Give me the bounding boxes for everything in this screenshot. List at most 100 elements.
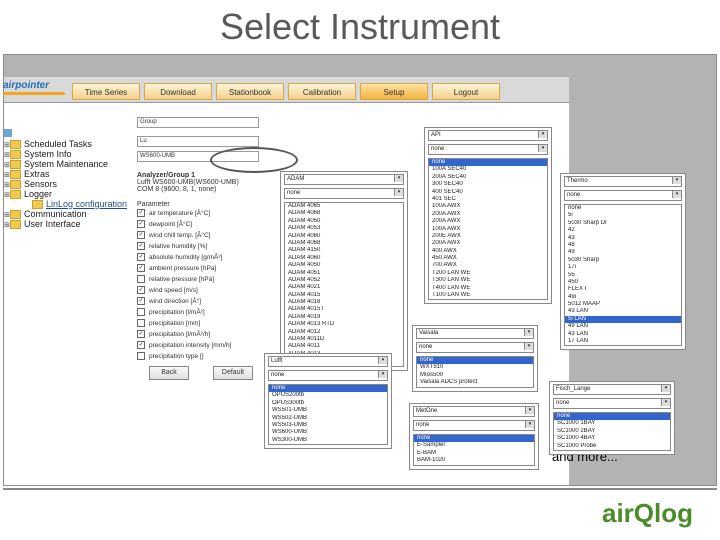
- dropdown-option[interactable]: ADAM 4019: [285, 314, 403, 321]
- dropdown-option[interactable]: ADAM 4013 RTD: [285, 321, 403, 328]
- dropdown-option[interactable]: 700 AWX: [429, 262, 547, 269]
- dropdown-option[interactable]: 43: [565, 235, 681, 242]
- lufft-select-selected[interactable]: Lufft ▾: [268, 356, 388, 367]
- dropdown-option[interactable]: 200A SEC40: [429, 174, 547, 181]
- dropdown-option[interactable]: ADAM 4052: [285, 277, 403, 284]
- thermo-option-list[interactable]: none 5i 5030 Sharp DI 42 43 48 49 5030 Sharp 17i…: [564, 204, 682, 347]
- chevron-down-icon[interactable]: ▾: [394, 189, 403, 196]
- chevron-down-icon[interactable]: ▾: [524, 343, 533, 350]
- adam-select-second[interactable]: none ▾: [284, 188, 404, 199]
- dropdown-option[interactable]: 17i: [565, 264, 681, 271]
- dropdown-option[interactable]: T300 LAN WE: [429, 277, 547, 284]
- dropdown-option[interactable]: FLEX I: [565, 286, 681, 293]
- dropdown-option[interactable]: SC1000 2BAY: [554, 428, 670, 435]
- thermo-select-selected[interactable]: Thermo ▾: [564, 176, 682, 187]
- dropdown-option[interactable]: 5012 MAAP: [565, 301, 681, 308]
- adam-option-list[interactable]: ADAM 4065 ADAM 4068 ADAM 4050 ADAM 4053 ADAM…: [284, 202, 404, 367]
- fischer-option-list[interactable]: none SC1000 1BAY SC1000 2BAY SC1000 4BAY SC1…: [553, 412, 671, 451]
- vaisala-select-selected[interactable]: Vaisala ▾: [416, 328, 534, 339]
- tab-stationbook[interactable]: Stationbook: [216, 83, 284, 100]
- dropdown-option[interactable]: WS503-UMB: [269, 422, 387, 429]
- group-select[interactable]: Group: [137, 117, 259, 128]
- chevron-down-icon[interactable]: ▾: [378, 371, 387, 378]
- dropdown-option[interactable]: 450: [565, 279, 681, 286]
- dropdown-option[interactable]: 400 SEC40: [429, 189, 547, 196]
- dropdown-option[interactable]: 5i: [565, 212, 681, 219]
- dropdown-option[interactable]: ADAM 4051: [285, 270, 403, 277]
- dropdown-option[interactable]: 55: [565, 272, 681, 279]
- dropdown-option[interactable]: OPUS200tb: [269, 392, 387, 399]
- dropdown-option[interactable]: 200A AWX: [429, 218, 547, 225]
- tab-logout[interactable]: Logout: [432, 83, 500, 100]
- dropdown-option[interactable]: T400 LAN WE: [429, 285, 547, 292]
- dropdown-option[interactable]: ADAM 4060: [285, 255, 403, 262]
- parameter-checkbox[interactable]: [137, 319, 145, 328]
- dropdown-option[interactable]: 450 AWX: [429, 255, 547, 262]
- chevron-down-icon[interactable]: ▾: [378, 357, 387, 364]
- dropdown-option[interactable]: 43 LAN: [565, 331, 681, 338]
- parameter-checkbox[interactable]: [137, 352, 145, 361]
- dropdown-option[interactable]: 5i LAN: [565, 315, 681, 324]
- field-select[interactable]: Lu: [137, 136, 259, 147]
- dropdown-option[interactable]: ADAM 4018: [285, 299, 403, 306]
- tree-item[interactable]: ⊞ Logger: [4, 189, 136, 200]
- dropdown-option[interactable]: ADAM 4021: [285, 284, 403, 291]
- dropdown-option[interactable]: ADAM 4015: [285, 292, 403, 299]
- dropdown-option[interactable]: Vaisala ADCS protect: [417, 379, 533, 386]
- dropdown-option[interactable]: none: [429, 159, 547, 167]
- parameter-checkbox[interactable]: ✓: [137, 341, 145, 350]
- dropdown-option[interactable]: 49: [565, 249, 681, 256]
- dropdown-option[interactable]: ADAM 4053: [285, 225, 403, 232]
- dropdown-option[interactable]: ADAM 4012: [285, 329, 403, 336]
- dropdown-option[interactable]: WXT510: [417, 364, 533, 371]
- metone-option-list[interactable]: none E-Sampler E-BAM BAM-1020: [413, 434, 535, 466]
- dropdown-option[interactable]: 5030 Sharp: [565, 257, 681, 264]
- dropdown-option[interactable]: ADAM 4068: [285, 210, 403, 217]
- tree-item[interactable]: ⊞ Scheduled Tasks: [4, 139, 136, 150]
- dropdown-option[interactable]: none: [414, 435, 534, 443]
- parameter-checkbox[interactable]: [137, 275, 145, 284]
- parameter-checkbox[interactable]: ✓: [137, 231, 145, 240]
- fischer-select-selected[interactable]: Fisch_Lange ▾: [553, 384, 671, 395]
- dropdown-option[interactable]: ADAM 4011: [285, 343, 403, 350]
- dropdown-option[interactable]: ADAM 4150: [285, 247, 403, 254]
- dropdown-option[interactable]: 48: [565, 242, 681, 249]
- dropdown-option[interactable]: SC1000 Probe: [554, 443, 670, 450]
- tree-item[interactable]: ⊞ Extras: [4, 169, 136, 180]
- dropdown-option[interactable]: ADAM 4050: [285, 218, 403, 225]
- tree-item[interactable]: LinLog configuration: [4, 199, 136, 210]
- fischer-select-second[interactable]: none ▾: [553, 398, 671, 409]
- parameter-checkbox[interactable]: ✓: [137, 242, 145, 251]
- dropdown-option[interactable]: T100 LAN WE: [429, 292, 547, 299]
- tree-item[interactable]: ⊞ System Maintenance: [4, 159, 136, 170]
- chevron-down-icon[interactable]: ▾: [538, 145, 547, 152]
- tab-calibration[interactable]: Calibration: [288, 83, 356, 100]
- dropdown-option[interactable]: E-BAM: [414, 450, 534, 457]
- back-button[interactable]: Back: [149, 366, 189, 380]
- parameter-checkbox[interactable]: ✓: [137, 286, 145, 295]
- dropdown-option[interactable]: none: [565, 205, 681, 212]
- dropdown-option[interactable]: 42: [565, 227, 681, 234]
- parameter-checkbox[interactable]: ✓: [137, 297, 145, 306]
- dropdown-option[interactable]: SC1000 4BAY: [554, 435, 670, 442]
- dropdown-option[interactable]: 43 LAN: [565, 308, 681, 315]
- tab-setup[interactable]: Setup: [360, 83, 428, 100]
- parameter-checkbox[interactable]: ✓: [137, 253, 145, 262]
- chevron-down-icon[interactable]: ▾: [672, 191, 681, 198]
- dropdown-option[interactable]: ADAM 4015T: [285, 306, 403, 313]
- tree-item[interactable]: ⊞ Communication: [4, 209, 136, 220]
- metone-select-selected[interactable]: MetOne ▾: [413, 406, 535, 417]
- chevron-down-icon[interactable]: ▾: [661, 399, 670, 406]
- parameter-checkbox[interactable]: [137, 308, 145, 317]
- parameter-checkbox[interactable]: ✓: [137, 209, 145, 218]
- tab-download[interactable]: Download: [144, 83, 212, 100]
- dropdown-option[interactable]: T200 LAN WE: [429, 270, 547, 277]
- chevron-down-icon[interactable]: ▾: [394, 175, 403, 182]
- dropdown-option[interactable]: SC1000 1BAY: [554, 420, 670, 427]
- chevron-down-icon[interactable]: ▾: [661, 385, 670, 392]
- default-button[interactable]: Default: [213, 366, 253, 380]
- dropdown-option[interactable]: 49 LAN: [565, 323, 681, 330]
- chevron-down-icon[interactable]: ▾: [524, 329, 533, 336]
- tree-item[interactable]: ⊞ User Interface: [4, 219, 136, 230]
- dropdown-option[interactable]: 49i: [565, 294, 681, 301]
